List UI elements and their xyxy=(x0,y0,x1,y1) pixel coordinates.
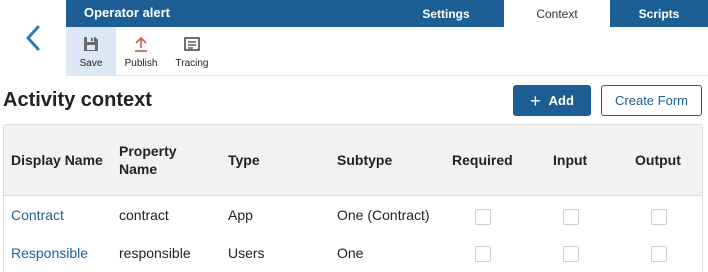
row-property-name: responsible xyxy=(119,245,191,261)
row-display-name-link[interactable]: Contract xyxy=(11,205,64,225)
row-input-checkbox[interactable] xyxy=(563,246,579,262)
add-button[interactable]: + Add xyxy=(513,85,591,116)
row-type: App xyxy=(228,207,253,223)
row-output-checkbox[interactable] xyxy=(651,209,667,225)
row-subtype: One xyxy=(337,245,364,261)
publish-upload-icon xyxy=(135,36,147,52)
column-header-property-name[interactable]: Property Name xyxy=(119,125,199,196)
tracing-label: Tracing xyxy=(175,57,209,69)
publish-label: Publish xyxy=(124,57,158,69)
app-title: Operator alert xyxy=(84,5,170,20)
tracing-log-icon xyxy=(184,36,200,51)
plus-icon: + xyxy=(530,90,541,111)
row-property-name: contract xyxy=(119,207,169,223)
tab-settings[interactable]: Settings xyxy=(388,0,504,27)
back-button[interactable] xyxy=(18,23,48,53)
row-display-name-link[interactable]: Responsible xyxy=(11,243,88,263)
save-label: Save xyxy=(79,57,103,69)
column-header-input[interactable]: Input xyxy=(553,125,613,196)
column-header-output[interactable]: Output xyxy=(635,125,695,196)
tab-scripts[interactable]: Scripts xyxy=(610,0,708,27)
column-header-subtype[interactable]: Subtype xyxy=(337,125,427,196)
column-header-display-name[interactable]: Display Name xyxy=(11,125,111,196)
floppy-disk-icon xyxy=(84,36,98,51)
row-type: Users xyxy=(228,245,265,261)
create-form-button[interactable]: Create Form xyxy=(601,85,702,116)
context-table: Display Name Property Name Type Subtype … xyxy=(3,124,703,272)
row-required-checkbox[interactable] xyxy=(475,209,491,225)
page-title: Activity context xyxy=(3,89,152,111)
publish-button[interactable]: Publish xyxy=(116,27,166,76)
tracing-button[interactable]: Tracing xyxy=(166,27,218,76)
row-subtype: One (Contract) xyxy=(337,207,430,223)
back-area xyxy=(0,0,66,76)
row-required-checkbox[interactable] xyxy=(475,246,491,262)
row-input-checkbox[interactable] xyxy=(563,209,579,225)
toolbar: Save Publish Tracing xyxy=(66,27,708,76)
table-header: Display Name Property Name Type Subtype … xyxy=(4,125,702,196)
tab-context[interactable]: Context xyxy=(504,0,610,27)
column-header-type[interactable]: Type xyxy=(228,125,308,196)
column-header-required[interactable]: Required xyxy=(452,125,532,196)
add-button-label: Add xyxy=(548,93,574,108)
row-output-checkbox[interactable] xyxy=(651,246,667,262)
chevron-left-icon xyxy=(26,25,40,51)
save-button[interactable]: Save xyxy=(66,27,116,76)
